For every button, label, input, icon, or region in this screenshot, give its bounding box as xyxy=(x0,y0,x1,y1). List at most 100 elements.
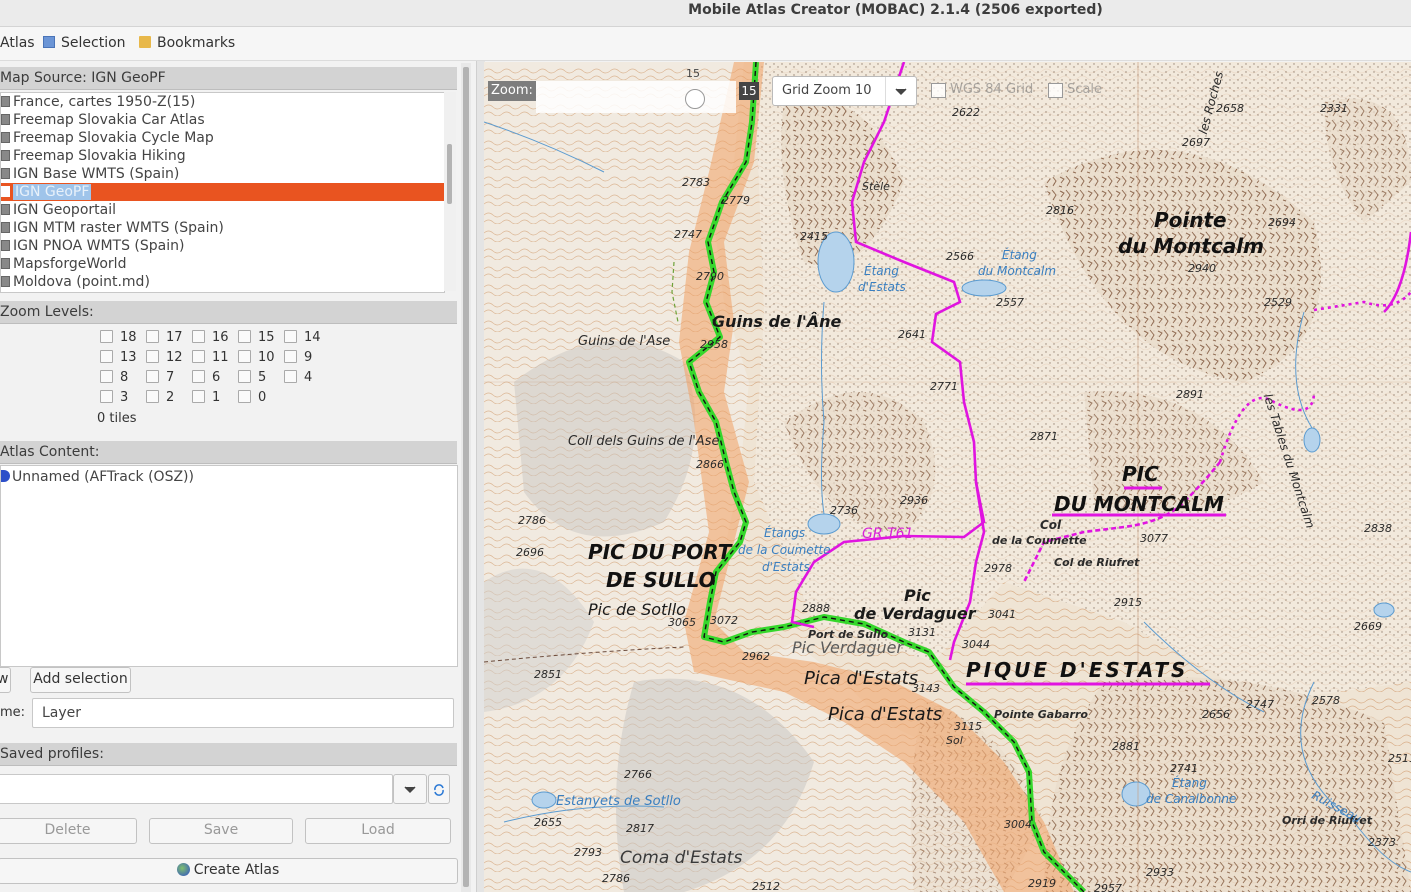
map-icon xyxy=(1,204,10,215)
map-icon xyxy=(1,132,10,143)
zoom-checkbox-1[interactable]: 1 xyxy=(192,389,220,407)
map-source-scrollbar[interactable] xyxy=(444,92,456,291)
panel-scrollbar[interactable] xyxy=(461,63,471,892)
checkbox[interactable] xyxy=(100,390,113,403)
map-label: Port de Sullo xyxy=(808,628,889,641)
spot-height-label: 2962 xyxy=(742,650,770,663)
map-source-item[interactable]: IGN MTM raster WMTS (Spain) xyxy=(1,219,224,237)
new-layer-button[interactable]: w xyxy=(0,667,11,693)
map-source-item[interactable]: IGN PNOA WMTS (Spain) xyxy=(1,237,184,255)
zoom-checkbox-15[interactable]: 15 xyxy=(238,329,275,347)
checkbox[interactable] xyxy=(146,330,159,343)
map-label: de Verdaguer xyxy=(854,604,976,623)
checkbox[interactable] xyxy=(284,330,297,343)
zoom-checkbox-label: 17 xyxy=(166,330,183,345)
zoom-checkbox-12[interactable]: 12 xyxy=(146,349,183,367)
checkbox[interactable] xyxy=(238,330,251,343)
saved-profiles-header: Saved profiles: xyxy=(0,743,457,766)
zoom-checkbox-16[interactable]: 16 xyxy=(192,329,229,347)
refresh-button[interactable] xyxy=(428,774,450,804)
map-label: Pica d'Estats xyxy=(828,704,943,725)
grid-zoom-select[interactable]: Grid Zoom 10 xyxy=(772,76,917,106)
layer-name-field[interactable]: Layer xyxy=(32,698,454,728)
profile-combo[interactable] xyxy=(0,774,393,804)
checkbox[interactable] xyxy=(100,350,113,363)
map-source-header: Map Source: IGN GeoPF xyxy=(0,67,457,90)
zoom-checkbox-2[interactable]: 2 xyxy=(146,389,174,407)
zoom-checkbox-4[interactable]: 4 xyxy=(284,369,312,387)
add-selection-button[interactable]: Add selection xyxy=(30,667,131,693)
zoom-checkbox-9[interactable]: 9 xyxy=(284,349,312,367)
map-source-item[interactable]: Freemap Slovakia Hiking xyxy=(1,147,186,165)
map-label: de la Coumette xyxy=(992,534,1087,547)
map-icon xyxy=(1,114,10,125)
spot-height-label: 3072 xyxy=(710,614,738,627)
checkbox[interactable] xyxy=(146,350,159,363)
load-profile-button[interactable]: Load xyxy=(305,818,451,844)
zoom-checkbox-18[interactable]: 18 xyxy=(100,329,137,347)
map-source-scrollbar-thumb[interactable] xyxy=(447,144,452,204)
map-icon xyxy=(1,96,10,107)
zoom-checkbox-3[interactable]: 3 xyxy=(100,389,128,407)
checkbox[interactable] xyxy=(192,350,205,363)
zoom-slider-track[interactable] xyxy=(536,81,736,113)
menu-atlas[interactable]: Atlas xyxy=(0,35,35,51)
checkbox[interactable] xyxy=(284,370,297,383)
checkbox[interactable] xyxy=(192,330,205,343)
zoom-checkbox-14[interactable]: 14 xyxy=(284,329,321,347)
checkbox[interactable] xyxy=(146,370,159,383)
menu-bookmarks[interactable]: Bookmarks xyxy=(139,35,235,51)
checkbox[interactable] xyxy=(238,350,251,363)
zoom-checkbox-0[interactable]: 0 xyxy=(238,389,266,407)
spot-height-label: 2622 xyxy=(952,106,980,119)
zoom-checkbox-8[interactable]: 8 xyxy=(100,369,128,387)
zoom-checkbox-10[interactable]: 10 xyxy=(238,349,275,367)
save-profile-button[interactable]: Save xyxy=(149,818,293,844)
zoom-checkbox-5[interactable]: 5 xyxy=(238,369,266,387)
create-atlas-button[interactable]: Create Atlas xyxy=(0,858,458,884)
map-label: Pica d'Estats xyxy=(804,668,919,689)
checkbox[interactable] xyxy=(100,370,113,383)
profile-dropdown-button[interactable] xyxy=(393,774,427,804)
spot-height-label: 2786 xyxy=(602,872,630,885)
zoom-checkbox-13[interactable]: 13 xyxy=(100,349,137,367)
zoom-slider-knob[interactable] xyxy=(685,89,705,109)
map-source-list[interactable]: France, cartes 1950-Z(15) Freemap Slovak… xyxy=(0,92,445,293)
checkbox[interactable] xyxy=(238,370,251,383)
zoom-checkbox-6[interactable]: 6 xyxy=(192,369,220,387)
checkbox[interactable] xyxy=(238,390,251,403)
atlas-content-tree[interactable]: Unnamed (AFTrack (OSZ)) xyxy=(0,465,458,667)
zoom-checkbox-11[interactable]: 11 xyxy=(192,349,229,367)
map-source-item[interactable]: Freemap Slovakia Cycle Map xyxy=(1,129,214,147)
zoom-checkbox-17[interactable]: 17 xyxy=(146,329,183,347)
menu-selection[interactable]: Selection xyxy=(43,35,126,51)
map-label: Pointe Gabarro xyxy=(994,708,1088,721)
checkbox[interactable] xyxy=(284,350,297,363)
spot-height-label: 3131 xyxy=(908,626,936,639)
scale-checkbox[interactable] xyxy=(1048,83,1063,98)
checkbox[interactable] xyxy=(192,370,205,383)
atlas-tree-label: Unnamed (AFTrack (OSZ)) xyxy=(12,469,194,485)
map-source-item-selected[interactable]: IGN GeoPF xyxy=(1,183,444,201)
title-bar: Mobile Atlas Creator (MOBAC) 2.1.4 (2506… xyxy=(0,0,1411,27)
checkbox[interactable] xyxy=(192,390,205,403)
map-source-item[interactable]: Freemap Slovakia Car Atlas xyxy=(1,111,205,129)
spot-height-label: 2888 xyxy=(802,602,830,615)
map-view[interactable]: Pointe du Montcalm PIC DU MONTCALM PIC D… xyxy=(484,62,1411,892)
spot-height-label: 2747 xyxy=(1246,698,1274,711)
map-source-item[interactable]: IGN Base WMTS (Spain) xyxy=(1,165,179,183)
zoom-checkbox-7[interactable]: 7 xyxy=(146,369,174,387)
grid-zoom-dropdown[interactable] xyxy=(885,77,916,105)
spot-height-label: 2978 xyxy=(984,562,1012,575)
panel-scrollbar-thumb[interactable] xyxy=(463,67,469,887)
map-source-item[interactable]: France, cartes 1950-Z(15) xyxy=(1,93,195,111)
checkbox[interactable] xyxy=(100,330,113,343)
atlas-tree-item[interactable]: Unnamed (AFTrack (OSZ)) xyxy=(1,468,194,486)
checkbox[interactable] xyxy=(146,390,159,403)
map-source-item[interactable]: Moldova (point.md) xyxy=(1,273,150,291)
wgs-grid-checkbox[interactable] xyxy=(931,83,946,98)
map-source-item[interactable]: MapsforgeWorld xyxy=(1,255,126,273)
delete-profile-button[interactable]: Delete xyxy=(0,818,137,844)
tile-count: 0 tiles xyxy=(97,411,137,426)
map-source-item[interactable]: IGN Geoportail xyxy=(1,201,116,219)
